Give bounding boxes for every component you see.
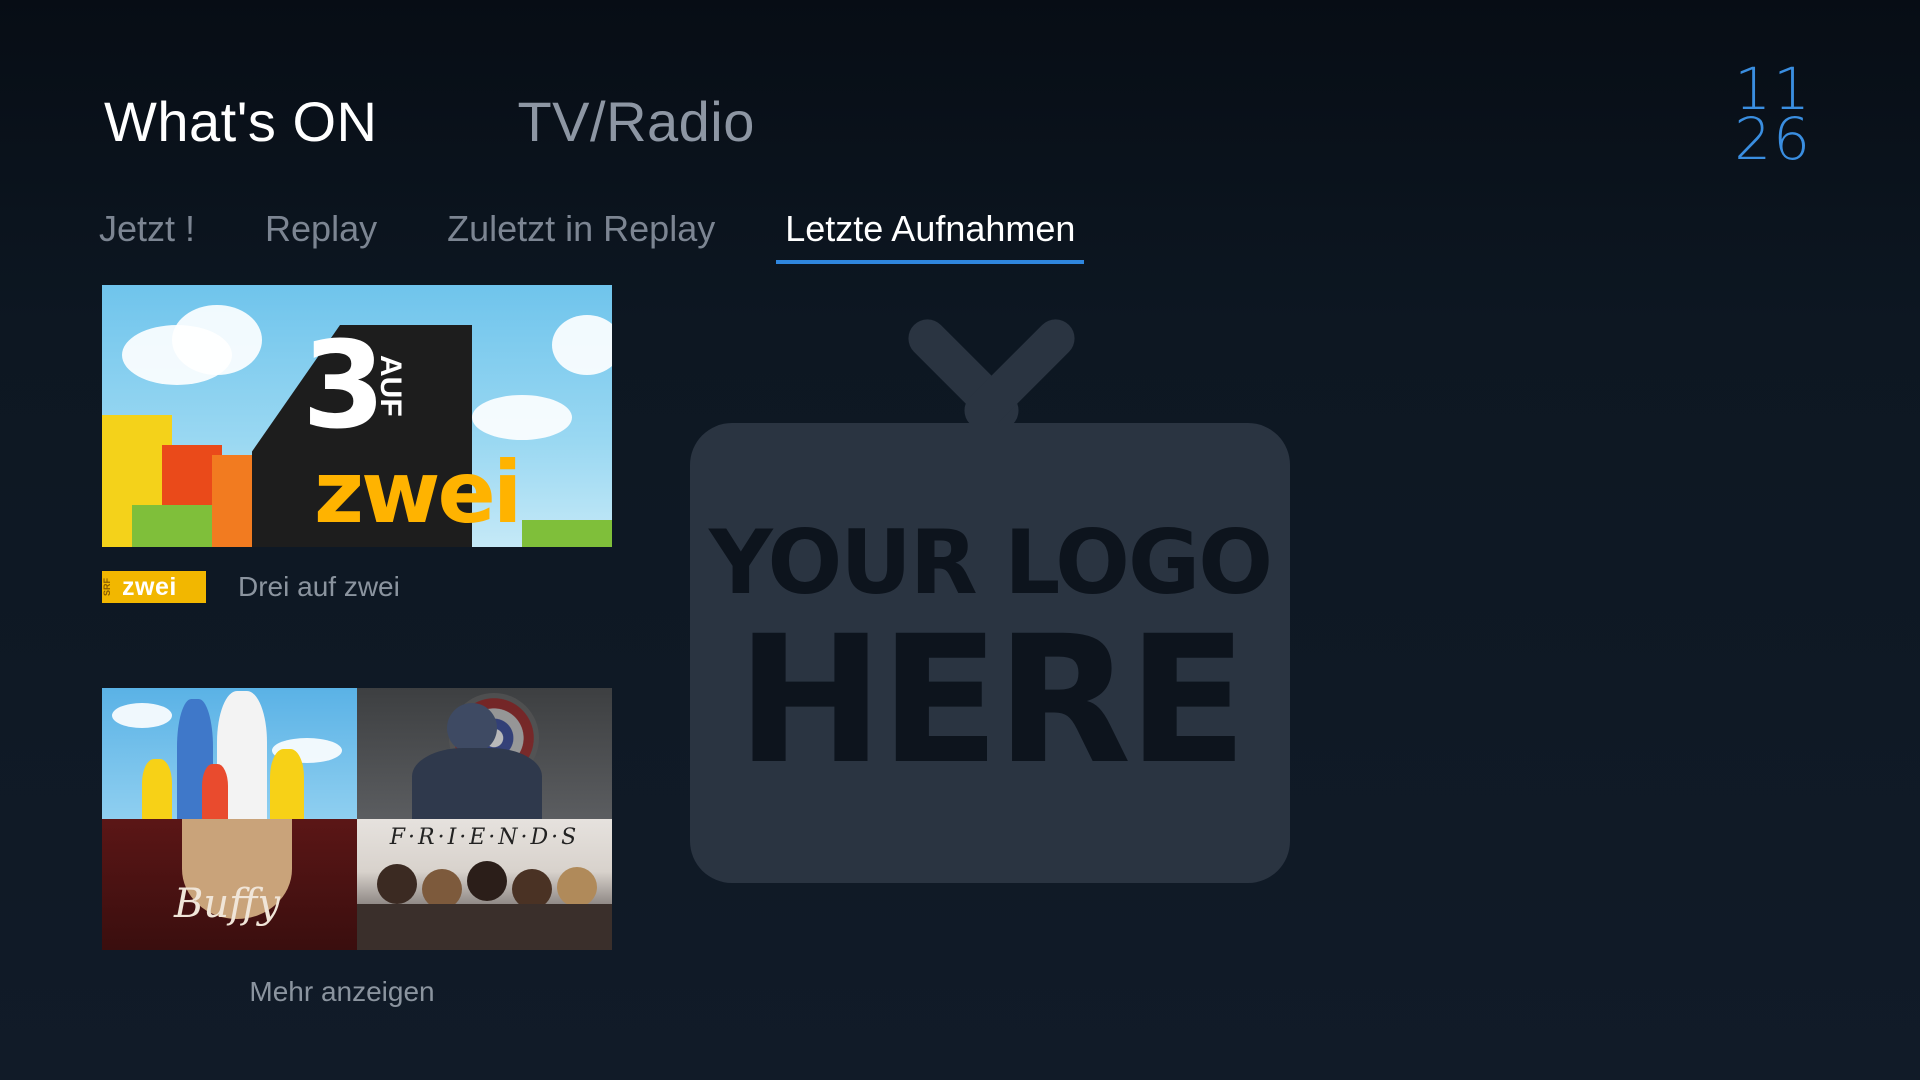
cloud-shape [172, 305, 262, 375]
tab-letzte-aufnahmen[interactable]: Letzte Aufnahmen [776, 206, 1085, 264]
tab-replay[interactable]: Replay [256, 206, 386, 260]
channel-logo-small: SRF [102, 578, 112, 596]
recording-card-drei-auf-zwei[interactable]: 3 AUF zwei SRF zwei Drei auf zwei [102, 285, 612, 603]
cloud-shape [552, 315, 612, 375]
recording-title: Drei auf zwei [238, 571, 400, 602]
tab-jetzt[interactable]: Jetzt ! [90, 206, 204, 260]
cartoon-figure [142, 759, 172, 819]
group-bodies [357, 904, 612, 950]
clock: 11 26 [1734, 60, 1812, 173]
show-logo-zwei: zwei [314, 443, 522, 543]
buffy-title: Buffy [174, 881, 281, 927]
hero-head [447, 703, 497, 753]
nav-tv-radio[interactable]: TV/Radio [517, 88, 754, 156]
recording-meta: SRF zwei Drei auf zwei [102, 571, 612, 603]
cloud-shape [472, 395, 572, 440]
person-head [512, 869, 552, 909]
cartoon-figure [270, 749, 304, 819]
person-head [467, 861, 507, 901]
recordings-collage: Buffy F·R·I·E·N·D·S [102, 688, 612, 950]
collage-tile-friends: F·R·I·E·N·D·S [357, 819, 612, 950]
your-logo-placeholder: YOUR LOGO HERE [690, 311, 1292, 885]
clock-minutes: 26 [1734, 105, 1812, 173]
collage-tile-captain-america [357, 688, 612, 819]
nav-whats-on[interactable]: What's ON [104, 88, 377, 156]
person-head [377, 864, 417, 904]
channel-logo-text: zwei [122, 572, 177, 601]
toy-block [522, 520, 612, 547]
placeholder-line2: HERE [736, 598, 1247, 803]
tv-icon: YOUR LOGO HERE [690, 423, 1290, 883]
friends-title: F·R·I·E·N·D·S [389, 825, 580, 850]
top-navigation: What's ON TV/Radio [104, 88, 755, 156]
collage-tile-buffy: Buffy [102, 819, 357, 950]
cartoon-figure [202, 764, 228, 819]
category-tabs: Jetzt ! Replay Zuletzt in Replay Letzte … [90, 206, 1136, 264]
placeholder-line1: YOUR LOGO [708, 511, 1273, 614]
hero-body [412, 748, 542, 819]
tab-zuletzt-in-replay[interactable]: Zuletzt in Replay [438, 206, 724, 260]
more-recordings-card[interactable]: Buffy F·R·I·E·N·D·S Mehr anzeigen [102, 688, 612, 1008]
show-logo-auf: AUF [374, 355, 407, 417]
show-more-label: Mehr anzeigen [249, 976, 435, 1007]
recording-thumbnail: 3 AUF zwei [102, 285, 612, 547]
person-head [557, 867, 597, 907]
cloud-shape [112, 703, 172, 728]
channel-logo-srf-zwei: SRF zwei [102, 571, 206, 603]
collage-tile-simpsons [102, 688, 357, 819]
person-head [422, 869, 462, 909]
